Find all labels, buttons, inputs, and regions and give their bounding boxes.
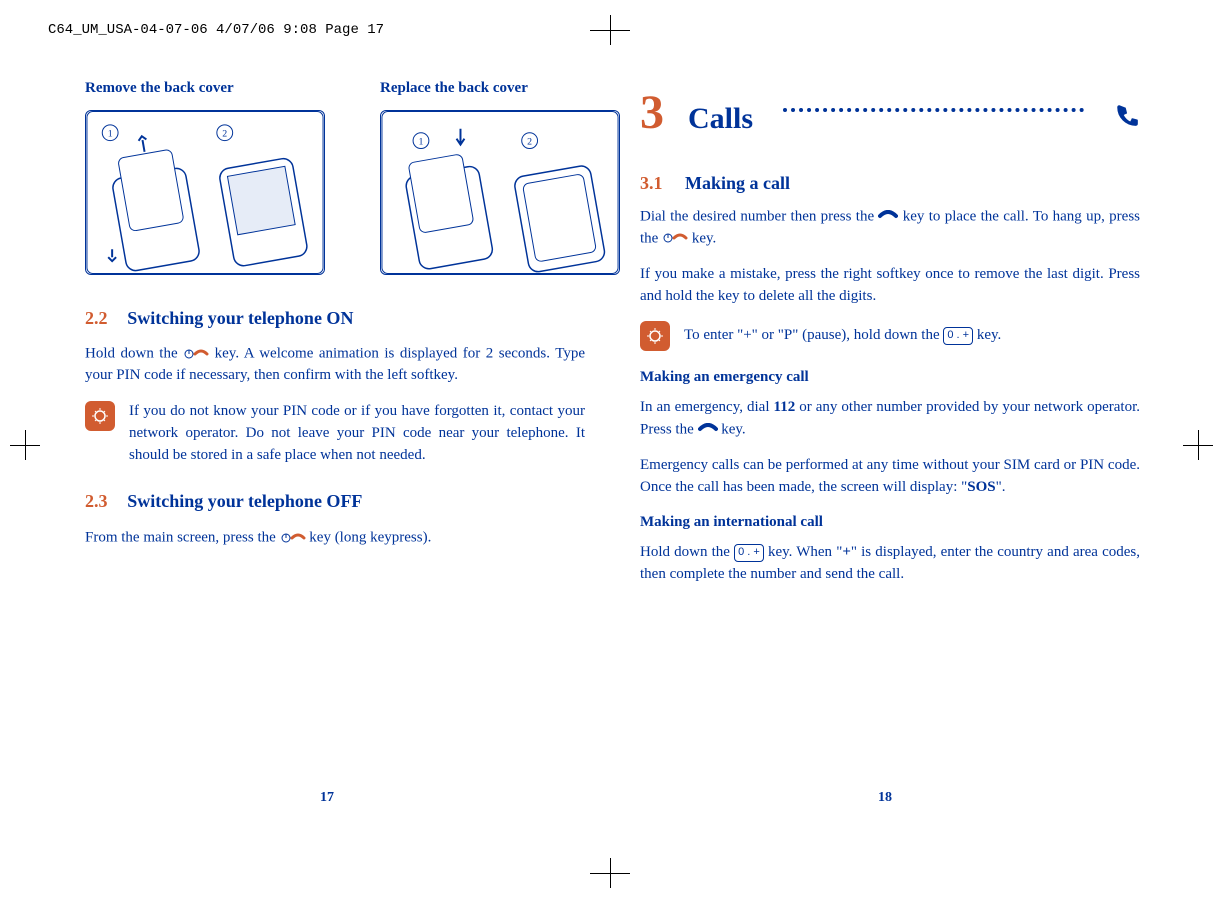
tip-icon — [85, 401, 115, 431]
sos-label: SOS — [967, 479, 995, 495]
tip-icon-2 — [640, 321, 670, 351]
heading-replace-cover: Replace the back cover — [380, 78, 620, 100]
p4b: ". — [996, 479, 1006, 495]
tip-text: To enter "+" or "P" (pause), hold down t… — [684, 325, 1001, 347]
crop-mark-right — [1183, 435, 1213, 465]
call-key-icon — [878, 206, 898, 228]
p-mistake: If you make a mistake, press the right s… — [640, 264, 1140, 308]
crop-mark-left — [10, 435, 40, 465]
p-dial-a: Dial the desired number then press the — [640, 208, 878, 224]
section-2-3-num: 2.3 — [85, 491, 108, 511]
chapter-title: Calls — [688, 97, 753, 141]
p-emergency-1: In an emergency, dial 112 or any other n… — [640, 397, 1140, 441]
section-3-1-num: 3.1 — [640, 173, 663, 193]
diagram-replace-cover: 1 2 — [380, 110, 620, 275]
p5b: key. When " — [768, 544, 842, 560]
crop-mark-top — [590, 20, 630, 50]
call-key-icon-2 — [698, 419, 718, 441]
page-number-18: 18 — [878, 790, 892, 806]
pin-note: If you do not know your PIN code or if y… — [85, 401, 585, 466]
pin-note-text: If you do not know your PIN code or if y… — [129, 401, 585, 466]
section-2-3-text: Switching your telephone OFF — [127, 491, 362, 511]
power-key-icon — [183, 343, 209, 365]
section-3-1-title: 3.1 Making a call — [640, 170, 1140, 196]
zero-key-icon: 0 . + — [943, 327, 973, 345]
svg-text:2: 2 — [527, 136, 532, 147]
p5a: Hold down the — [640, 544, 734, 560]
section-2-2-text: Switching your telephone ON — [127, 308, 353, 328]
section-2-3-para: From the main screen, press the key (lon… — [85, 527, 585, 549]
chapter-number: 3 — [640, 78, 664, 148]
page-18: 3 Calls 3.1 Making a call Dial the desir… — [640, 78, 1140, 600]
heading-international: Making an international call — [640, 512, 1140, 534]
section-2-3-title: 2.3 Switching your telephone OFF — [85, 488, 585, 515]
p4a: Emergency calls can be performed at any … — [640, 457, 1140, 495]
p3c: key. — [721, 421, 745, 437]
heading-emergency: Making an emergency call — [640, 367, 1140, 389]
section-2-3-para-a: From the main screen, press the — [85, 529, 280, 545]
page-number-17: 17 — [320, 790, 334, 806]
section-3-1-text: Making a call — [685, 173, 790, 193]
section-2-2-title: 2.2 Switching your telephone ON — [85, 305, 585, 332]
p-dial: Dial the desired number then press the k… — [640, 206, 1140, 250]
p-dial-c: key. — [692, 230, 716, 246]
svg-text:1: 1 — [419, 136, 424, 147]
p-international: Hold down the 0 . + key. When "+" is dis… — [640, 542, 1140, 586]
p-emergency-2: Emergency calls can be performed at any … — [640, 455, 1140, 499]
crop-mark-bottom — [590, 858, 630, 888]
tip-b: key. — [977, 327, 1001, 343]
print-header: C64_UM_USA-04-07-06 4/07/06 9:08 Page 17 — [48, 22, 384, 38]
tip-a: To enter "+" or "P" (pause), hold down t… — [684, 327, 943, 343]
p3a: In an emergency, dial — [640, 399, 774, 415]
svg-text:2: 2 — [222, 128, 227, 139]
phone-icon — [1114, 102, 1140, 136]
emergency-number: 112 — [774, 399, 796, 415]
plus-sign: + — [842, 544, 851, 560]
diagram-remove-cover: 1 2 — [85, 110, 325, 275]
page-17: Remove the back cover 1 2 Replace the ba… — [85, 78, 585, 563]
dotted-leader — [783, 106, 1084, 112]
section-2-2-para: Hold down the key. A welcome animation i… — [85, 343, 585, 387]
tip-plus-pause: To enter "+" or "P" (pause), hold down t… — [640, 321, 1140, 351]
svg-text:1: 1 — [108, 128, 113, 139]
zero-key-icon-2: 0 . + — [734, 544, 764, 562]
section-2-2-num: 2.2 — [85, 308, 108, 328]
chapter-heading: 3 Calls — [640, 78, 1140, 148]
heading-remove-cover: Remove the back cover — [85, 78, 325, 100]
hangup-key-icon — [662, 228, 688, 250]
power-key-icon-2 — [280, 527, 306, 549]
section-2-3-para-b: key (long keypress). — [309, 529, 431, 545]
